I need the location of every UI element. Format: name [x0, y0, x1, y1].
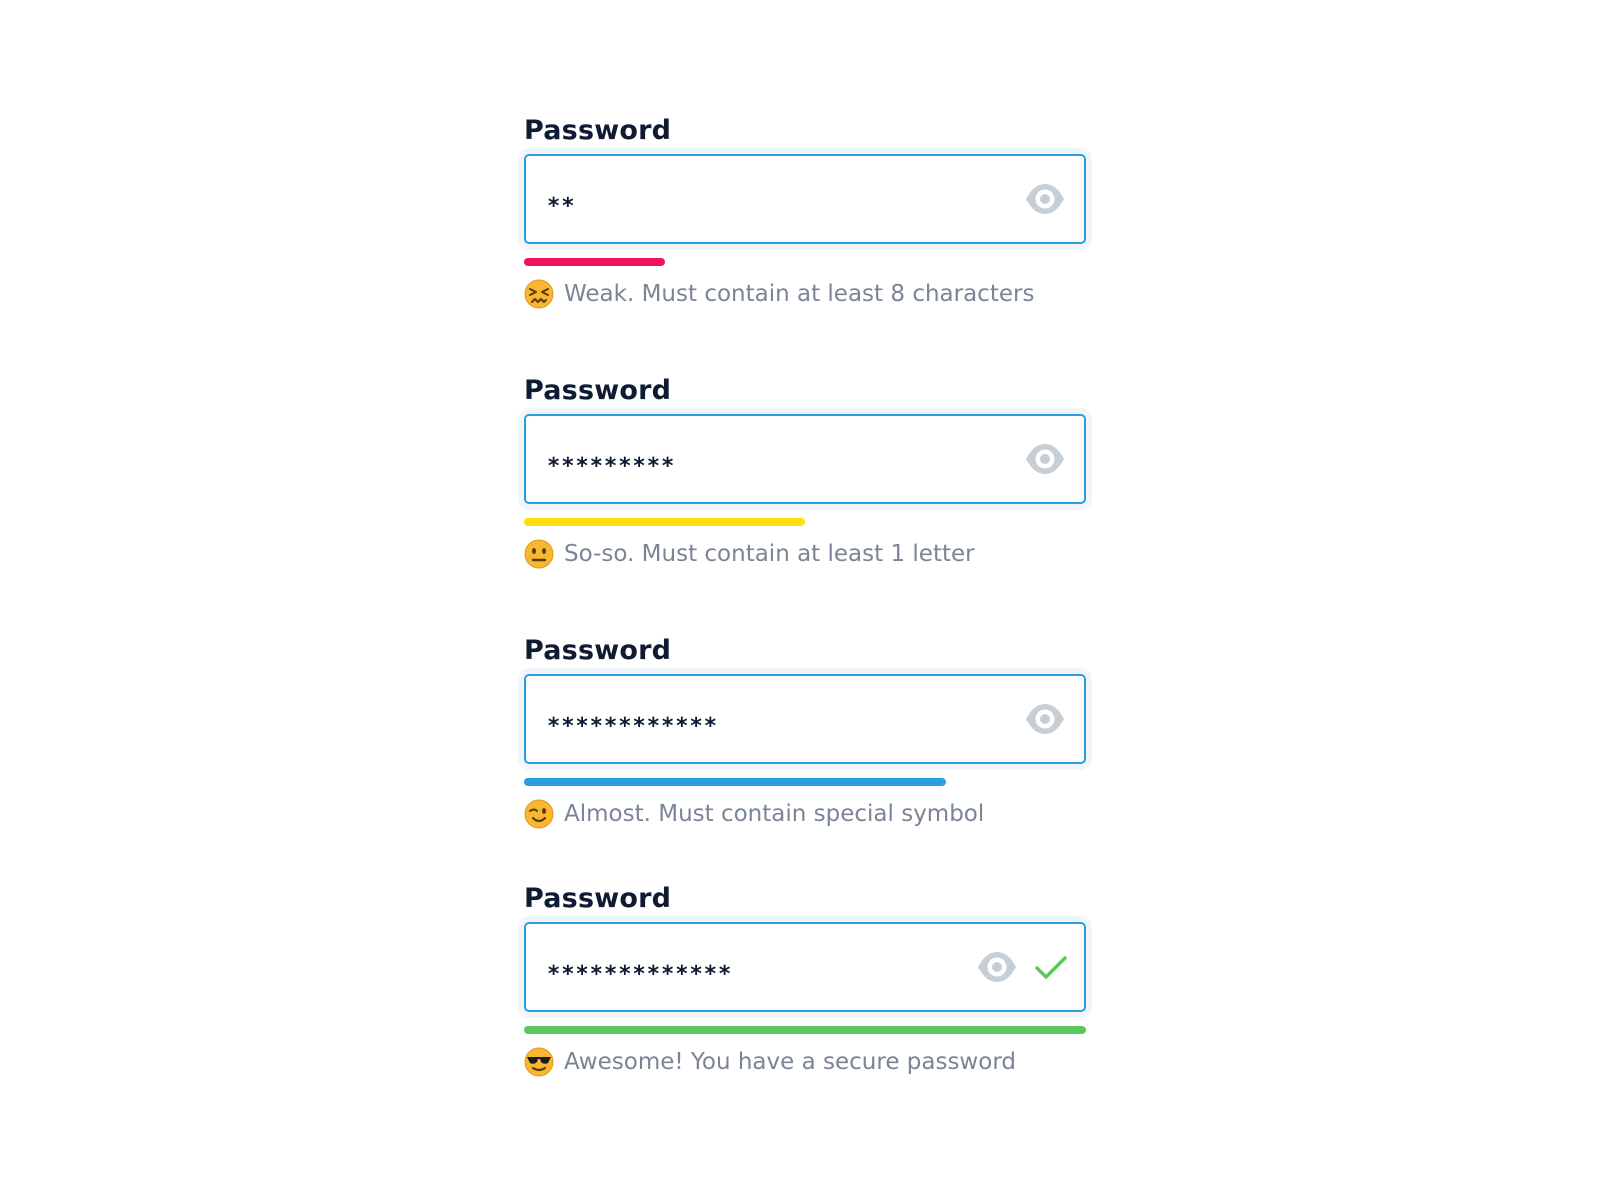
- strength-meter: [524, 778, 1086, 786]
- field-label: Password: [524, 635, 672, 666]
- password-field-awesome: Password ************* Awesome! You have…: [524, 882, 1088, 1077]
- sunglasses-face-icon: [524, 1047, 554, 1077]
- hint-text: Weak. Must contain at least 8 characters: [564, 281, 1035, 307]
- password-field-almost: Password ************ Almost. Must conta…: [524, 634, 1088, 829]
- password-input[interactable]: *********: [524, 414, 1086, 504]
- password-value[interactable]: *********: [547, 416, 675, 502]
- confounded-face-icon: [524, 279, 554, 309]
- eye-icon[interactable]: [1024, 182, 1066, 216]
- hint: Weak. Must contain at least 8 characters: [524, 276, 1034, 312]
- strength-bar: [524, 778, 946, 786]
- strength-bar: [524, 1026, 1086, 1034]
- strength-meter: [524, 258, 1086, 266]
- strength-bar: [524, 258, 665, 266]
- password-field-weak: Password ** Weak. Must contain at least …: [524, 114, 1088, 309]
- password-input[interactable]: ************: [524, 674, 1086, 764]
- eye-icon[interactable]: [1024, 442, 1066, 476]
- strength-meter: [524, 1026, 1086, 1034]
- hint-text: Almost. Must contain special symbol: [564, 801, 985, 827]
- strength-meter: [524, 518, 1086, 526]
- field-label: Password: [524, 883, 672, 914]
- winking-face-icon: [524, 799, 554, 829]
- checkmark-icon: [1035, 956, 1067, 979]
- hint: So-so. Must contain at least 1 letter: [524, 536, 975, 572]
- neutral-face-icon: [524, 539, 554, 569]
- password-value[interactable]: *************: [547, 924, 732, 1010]
- field-label: Password: [524, 375, 672, 406]
- hint: Awesome! You have a secure password: [524, 1044, 1016, 1080]
- password-value[interactable]: **: [547, 156, 576, 242]
- eye-icon[interactable]: [1024, 702, 1066, 736]
- eye-icon[interactable]: [976, 950, 1018, 984]
- password-field-soso: Password ********* So-so. Must contain a…: [524, 374, 1088, 569]
- password-input[interactable]: *************: [524, 922, 1086, 1012]
- hint-text: Awesome! You have a secure password: [564, 1049, 1016, 1075]
- hint: Almost. Must contain special symbol: [524, 796, 984, 832]
- password-value[interactable]: ************: [547, 676, 718, 762]
- field-label: Password: [524, 115, 672, 146]
- hint-text: So-so. Must contain at least 1 letter: [564, 541, 975, 567]
- password-input[interactable]: **: [524, 154, 1086, 244]
- strength-bar: [524, 518, 805, 526]
